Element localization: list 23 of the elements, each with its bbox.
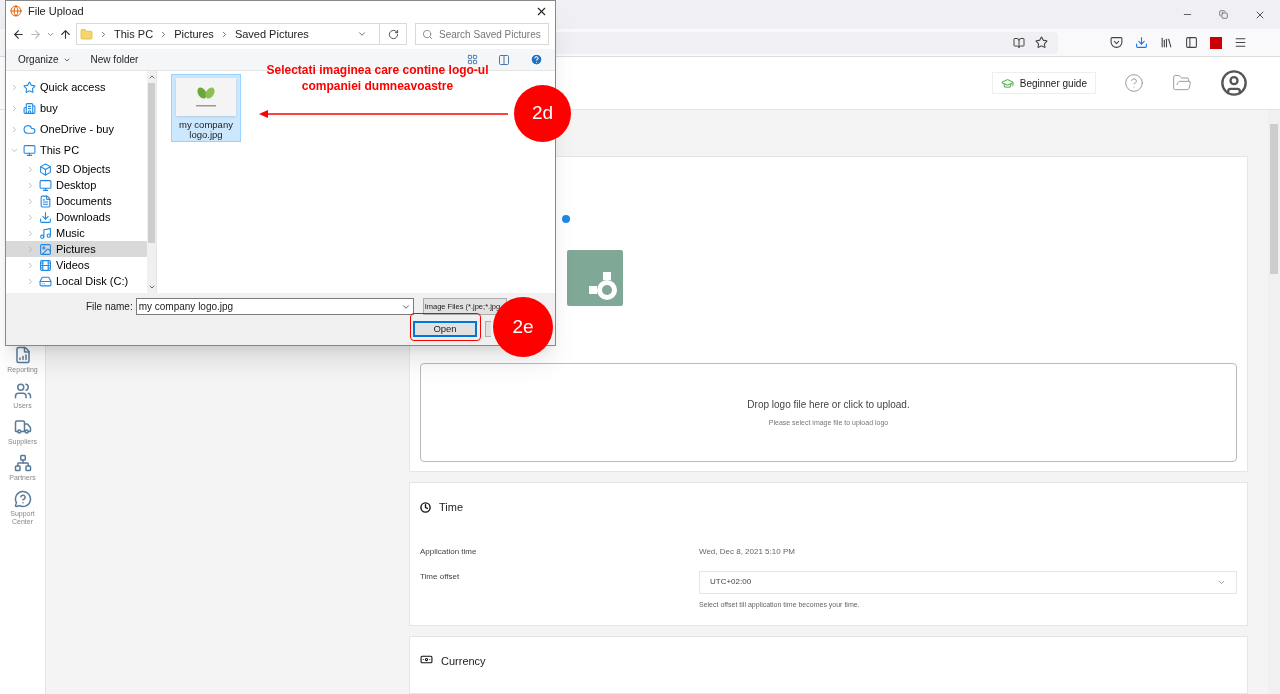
nav-label: Local Disk (C:) [56,273,129,289]
nav-label: Quick access [40,80,106,96]
nav-label: Videos [56,257,90,273]
nav-label: Pictures [56,241,96,257]
card-title: Time [439,500,464,516]
file-name: my company logo.jpg [178,120,234,140]
nav-label: Downloads [56,209,111,225]
field-value: Wed, Dec 8, 2021 5:10 PM [699,546,795,558]
search-placeholder: Search Saved Pictures [439,27,541,42]
annotation-text: Selectati imaginea care contine logo-ul companiei dumneavoastre [265,62,490,94]
field-label: Time offset [420,571,461,583]
nav-label: buy [40,101,58,117]
nav-label: Desktop [56,177,97,193]
nav-label: OneDrive - buy [40,122,114,138]
file-name-label: File name: [86,300,133,314]
card-title: Currency [441,654,486,670]
nav-label: Music [56,225,85,241]
nav-label: Documents [56,193,112,209]
nav-label: 3D Objects [56,161,111,177]
nav-label: This PC [40,143,80,159]
window-title: File Upload [28,3,85,19]
field-label: Application time [420,546,478,558]
dropzone-title: Drop logo file here or click to upload. [747,398,910,413]
